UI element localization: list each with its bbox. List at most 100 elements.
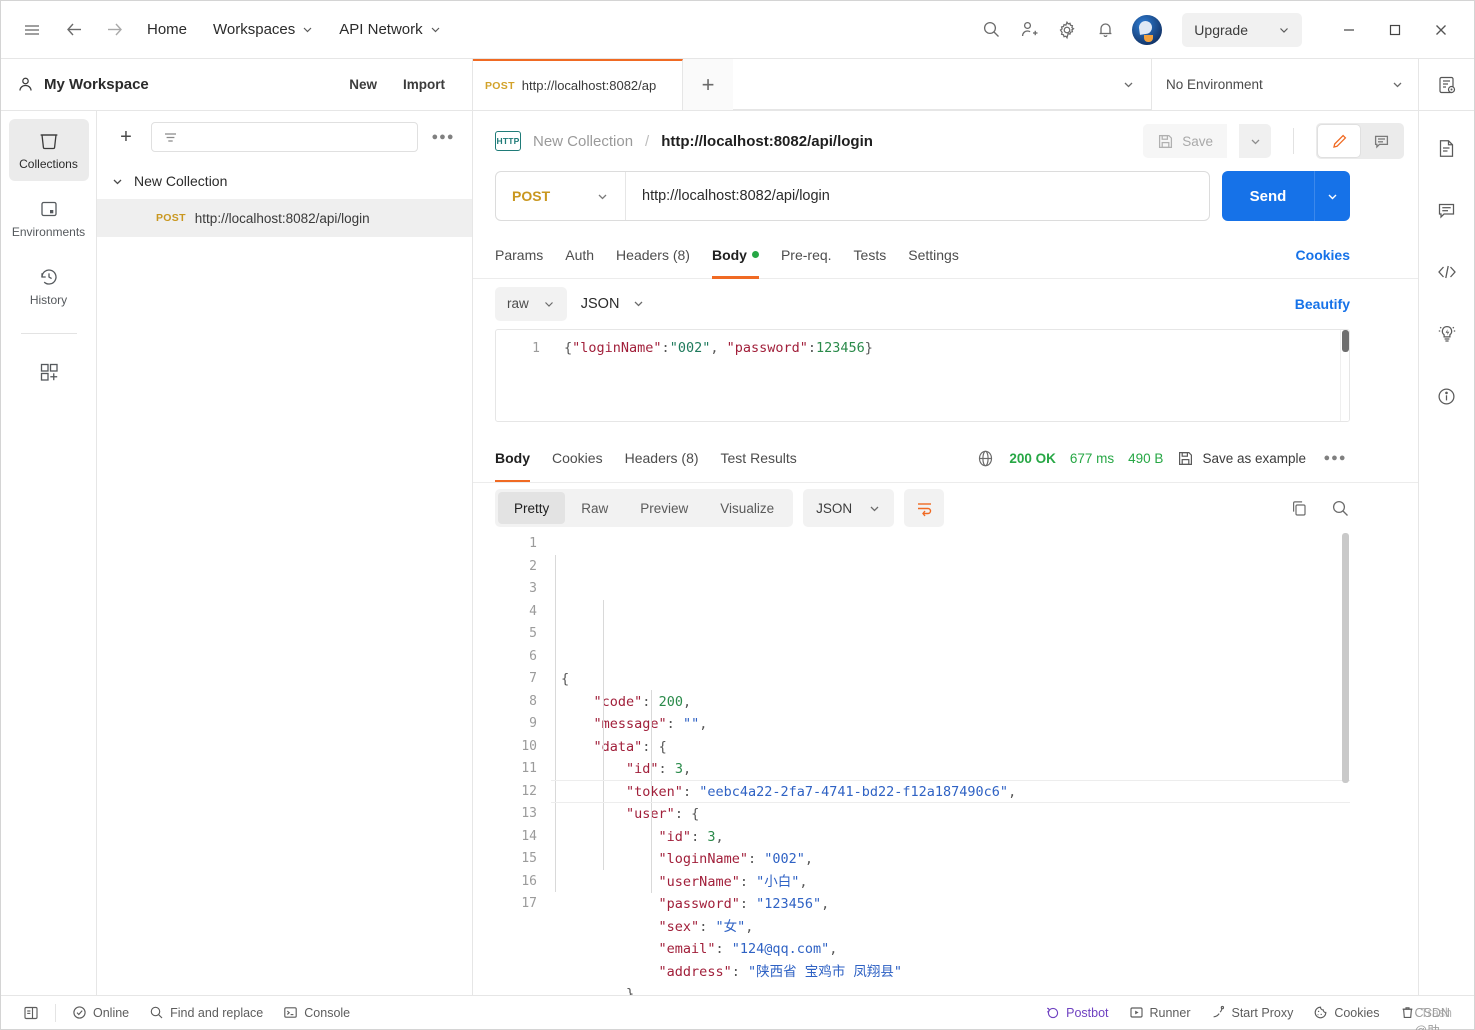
plus-icon[interactable]: +: [111, 122, 141, 152]
code-token: "sex": [658, 918, 700, 935]
pencil-icon[interactable]: [1318, 125, 1360, 157]
response-tab-body[interactable]: Body: [495, 434, 541, 483]
save-options-chevron-down-icon[interactable]: [1239, 124, 1271, 158]
arrow-left-icon[interactable]: [57, 13, 91, 47]
response-tab-test-results[interactable]: Test Results: [710, 434, 808, 482]
sidebar-toggle-icon[interactable]: [13, 1000, 49, 1026]
sidebar-item-collections[interactable]: Collections: [8, 119, 89, 181]
tab-params[interactable]: Params: [495, 231, 554, 279]
code-snippet-icon[interactable]: [1428, 253, 1466, 291]
more-options-icon[interactable]: ●●●: [428, 122, 458, 152]
response-view-actions: [1290, 499, 1350, 518]
user-add-icon[interactable]: [1012, 13, 1046, 47]
tab-settings[interactable]: Settings: [897, 231, 970, 279]
close-icon[interactable]: [1420, 13, 1462, 47]
comment-icon[interactable]: [1360, 125, 1402, 157]
environment-quick-look-icon[interactable]: [1418, 59, 1474, 111]
request-body-code[interactable]: {"loginName":"002", "password":123456}: [552, 330, 1349, 421]
documentation-icon[interactable]: [1428, 129, 1466, 167]
code-token: ,: [710, 339, 727, 356]
maximize-icon[interactable]: [1374, 13, 1416, 47]
list-item[interactable]: POST http://localhost:8082/api/login: [97, 199, 472, 237]
new-button[interactable]: New: [336, 70, 390, 99]
page-title: http://localhost:8082/api/login: [661, 132, 873, 150]
response-more-options-icon[interactable]: ●●●: [1320, 443, 1350, 473]
arrow-right-icon[interactable]: [97, 13, 131, 47]
body-mode-selector[interactable]: raw: [495, 286, 567, 321]
view-raw[interactable]: Raw: [565, 492, 624, 524]
breadcrumb-collection[interactable]: New Collection: [533, 133, 633, 150]
upgrade-button[interactable]: Upgrade: [1182, 12, 1302, 47]
gear-icon[interactable]: [1050, 13, 1084, 47]
menu-icon[interactable]: [15, 13, 49, 47]
comment-icon[interactable]: [1428, 191, 1466, 229]
start-proxy-button[interactable]: Start Proxy: [1201, 1000, 1304, 1026]
response-language-selector[interactable]: JSON: [803, 489, 895, 528]
request-tab[interactable]: POST http://localhost:8082/ap: [473, 59, 683, 110]
response-tab-headers[interactable]: Headers (8): [614, 434, 710, 482]
search-icon[interactable]: [1331, 499, 1350, 518]
code-token: ,: [829, 941, 838, 958]
postbot-button[interactable]: Postbot: [1035, 1000, 1118, 1026]
sidebar-item-history[interactable]: History: [9, 255, 89, 317]
tab-body[interactable]: Body: [701, 231, 770, 279]
save-as-example-button[interactable]: Save as example: [1177, 450, 1306, 467]
minimize-icon[interactable]: [1328, 13, 1370, 47]
tab-pre-request[interactable]: Pre-req.: [770, 231, 843, 279]
nav-workspaces[interactable]: Workspaces: [203, 15, 323, 44]
send-button[interactable]: Send: [1222, 171, 1314, 221]
runner-button[interactable]: Runner: [1119, 1000, 1201, 1026]
sidebar-item-environments[interactable]: Environments: [9, 187, 89, 249]
find-and-replace-button[interactable]: Find and replace: [139, 1000, 273, 1026]
view-preview[interactable]: Preview: [624, 492, 704, 524]
request-body-editor[interactable]: 1 {"loginName":"002", "password":123456}: [495, 328, 1350, 423]
postman-avatar-icon[interactable]: [1132, 14, 1163, 45]
beautify-button[interactable]: Beautify: [1295, 296, 1350, 312]
cookies-link[interactable]: Cookies: [1296, 247, 1350, 263]
tab-tests[interactable]: Tests: [843, 231, 898, 279]
trash-button[interactable]: Trash CSDN @助光侠: [1390, 1000, 1463, 1030]
send-options-chevron-down-icon[interactable]: [1314, 171, 1350, 221]
nav-home[interactable]: Home: [137, 15, 197, 44]
add-module-icon[interactable]: [25, 348, 73, 396]
lightbulb-info-icon[interactable]: [1428, 315, 1466, 353]
top-bar: Home Workspaces API Network Upgrade: [1, 1, 1474, 59]
import-button[interactable]: Import: [390, 70, 458, 99]
view-visualize[interactable]: Visualize: [704, 492, 790, 524]
upgrade-label: Upgrade: [1194, 21, 1248, 38]
tab-auth[interactable]: Auth: [554, 231, 605, 279]
line-number: 1: [529, 536, 537, 552]
code-token: {: [564, 339, 573, 356]
tab-headers[interactable]: Headers (8): [605, 231, 701, 279]
request-body-scrollbar[interactable]: [1340, 329, 1349, 422]
cookies-button[interactable]: Cookies: [1303, 1000, 1389, 1026]
bell-icon[interactable]: [1088, 13, 1122, 47]
url-input[interactable]: http://localhost:8082/api/login: [626, 188, 1209, 204]
response-tab-cookies[interactable]: Cookies: [541, 434, 614, 482]
view-pretty[interactable]: Pretty: [498, 492, 566, 525]
nav-api-network[interactable]: API Network: [329, 15, 450, 44]
response-body-viewer[interactable]: 1 2 3 4 5 6 7 8 9 10 11 12 13 14 15 16 17 { "code": 200,…: [495, 533, 1350, 995]
wrap-lines-icon[interactable]: [904, 489, 945, 528]
new-tab-button[interactable]: +: [683, 59, 733, 110]
line-number: 2: [529, 558, 537, 574]
copy-icon[interactable]: [1290, 499, 1309, 518]
response-scrollbar[interactable]: [1341, 533, 1350, 995]
info-circle-icon[interactable]: [1428, 377, 1466, 415]
environment-selector[interactable]: No Environment: [1151, 59, 1418, 111]
console-button[interactable]: Console: [273, 1000, 360, 1026]
body-language-selector[interactable]: JSON: [581, 296, 646, 312]
collection-row[interactable]: New Collection: [97, 163, 472, 199]
online-status[interactable]: Online: [62, 1000, 139, 1026]
method-selector[interactable]: POST: [496, 172, 626, 220]
response-body-code[interactable]: { "code": 200, "message": "", "data": { …: [551, 533, 1350, 995]
tab-list-chevron-down-icon[interactable]: [1105, 59, 1151, 109]
environment-label: No Environment: [1166, 77, 1263, 92]
save-button[interactable]: Save: [1143, 124, 1227, 158]
search-icon[interactable]: [974, 13, 1008, 47]
search-input[interactable]: [151, 122, 418, 152]
chevron-down-icon[interactable]: [111, 175, 124, 188]
